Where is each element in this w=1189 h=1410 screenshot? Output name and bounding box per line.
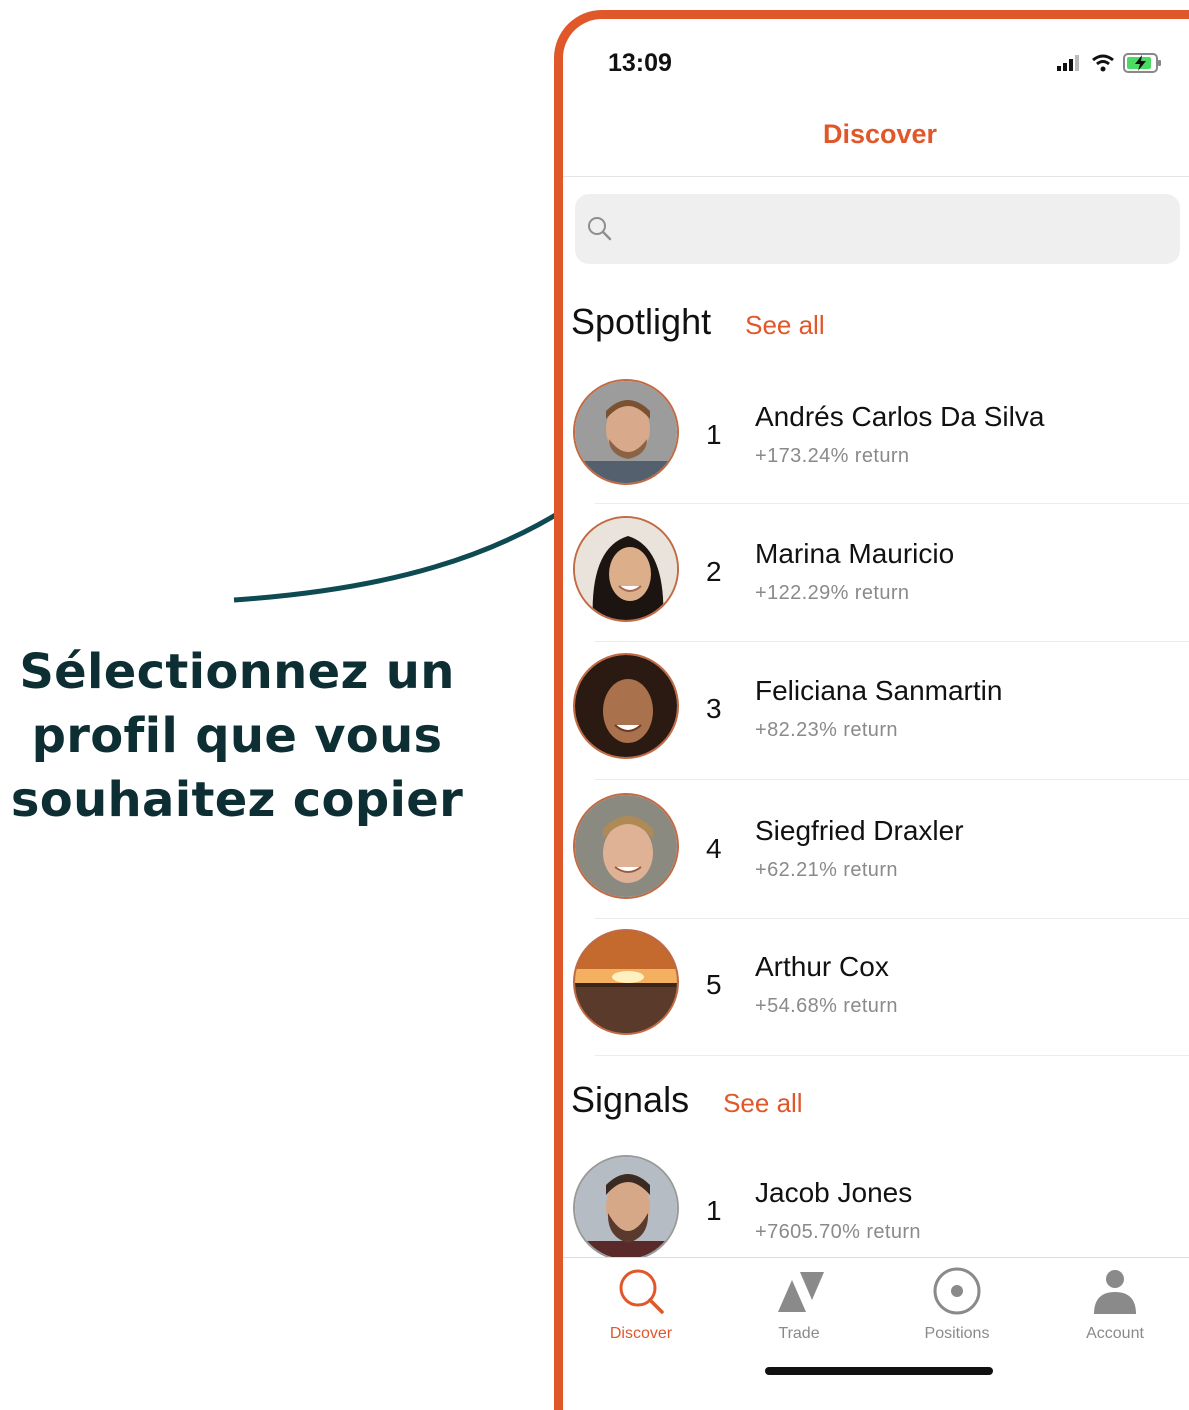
annotation-line-1: Sélectionnez un: [19, 644, 455, 700]
avatar[interactable]: [573, 379, 679, 485]
trader-return: +173.24% return: [755, 445, 910, 467]
trade-icon: [778, 1272, 824, 1312]
tab-discover[interactable]: Discover: [576, 1266, 706, 1343]
spotlight-list-item[interactable]: 5 Arthur Cox +54.68% return: [563, 929, 1189, 1067]
tab-label: Trade: [778, 1325, 820, 1342]
trader-return: +62.21% return: [755, 859, 898, 881]
avatar[interactable]: [573, 1155, 679, 1261]
battery-charging-icon: [1123, 53, 1161, 73]
trader-name: Jacob Jones: [755, 1177, 913, 1208]
rank-number: 1: [706, 1195, 722, 1226]
spotlight-title: Spotlight: [571, 301, 712, 342]
trader-return: +122.29% return: [755, 582, 910, 604]
trader-return: +82.23% return: [755, 719, 898, 741]
row-divider: [595, 779, 1189, 780]
rank-number: 4: [706, 833, 722, 864]
positions-icon: [933, 1267, 981, 1315]
rank-number: 1: [706, 419, 722, 450]
spotlight-header: Spotlight See all: [571, 301, 825, 343]
trader-name: Marina Mauricio: [755, 538, 955, 569]
trader-name: Feliciana Sanmartin: [755, 675, 1003, 706]
phone-screen: 13:09 Discover Spotlight See all 1 André…: [554, 10, 1189, 1410]
row-divider: [595, 918, 1189, 919]
annotation-line-3: souhaitez copier: [10, 772, 464, 828]
rank-number: 5: [706, 969, 722, 1000]
account-icon: [1094, 1270, 1136, 1314]
search-icon: [619, 1269, 664, 1314]
trader-name: Siegfried Draxler: [755, 815, 964, 846]
search-icon: [588, 217, 612, 241]
annotation-text: Sélectionnez un profil que vous souhaite…: [0, 640, 474, 832]
rank-number: 3: [706, 693, 722, 724]
avatar[interactable]: [573, 793, 679, 899]
row-divider: [595, 1055, 1189, 1056]
tab-label: Positions: [924, 1325, 990, 1342]
spotlight-see-all-link[interactable]: See all: [745, 310, 825, 341]
avatar[interactable]: [573, 929, 679, 1035]
rank-number: 2: [706, 556, 722, 587]
status-icons: [1057, 53, 1163, 73]
signals-see-all-link[interactable]: See all: [723, 1088, 803, 1119]
spotlight-list-item[interactable]: 2 Marina Mauricio +122.29% return: [563, 516, 1189, 654]
tab-trade[interactable]: Trade: [734, 1266, 864, 1343]
trader-name: Arthur Cox: [755, 951, 889, 982]
signals-header: Signals See all: [571, 1079, 803, 1121]
header-divider: [563, 176, 1189, 177]
page-title: Discover: [822, 119, 938, 149]
signal-icon: [1057, 55, 1079, 71]
trader-return: +54.68% return: [755, 995, 898, 1017]
tab-bar: Discover Trade Positions Account: [563, 1258, 1189, 1408]
row-divider: [595, 641, 1189, 642]
wifi-icon: [1092, 54, 1114, 72]
spotlight-list-item[interactable]: 3 Feliciana Sanmartin +82.23% return: [563, 653, 1189, 791]
avatar[interactable]: [573, 653, 679, 759]
tab-label: Account: [1086, 1325, 1144, 1342]
spotlight-list-item[interactable]: 1 Andrés Carlos Da Silva +173.24% return: [563, 379, 1189, 517]
search-input[interactable]: [575, 194, 1180, 264]
spotlight-list-item[interactable]: 4 Siegfried Draxler +62.21% return: [563, 793, 1189, 931]
signals-title: Signals: [571, 1079, 690, 1120]
tab-positions[interactable]: Positions: [892, 1266, 1022, 1343]
tab-account[interactable]: Account: [1050, 1266, 1180, 1343]
status-time: 13:09: [608, 49, 672, 77]
avatar[interactable]: [573, 516, 679, 622]
tab-label: Discover: [609, 1325, 673, 1342]
annotation-line-2: profil que vous: [31, 708, 443, 764]
trader-name: Andrés Carlos Da Silva: [755, 401, 1045, 432]
home-indicator: [765, 1367, 993, 1375]
trader-return: +7605.70% return: [755, 1221, 921, 1243]
row-divider: [595, 503, 1189, 504]
